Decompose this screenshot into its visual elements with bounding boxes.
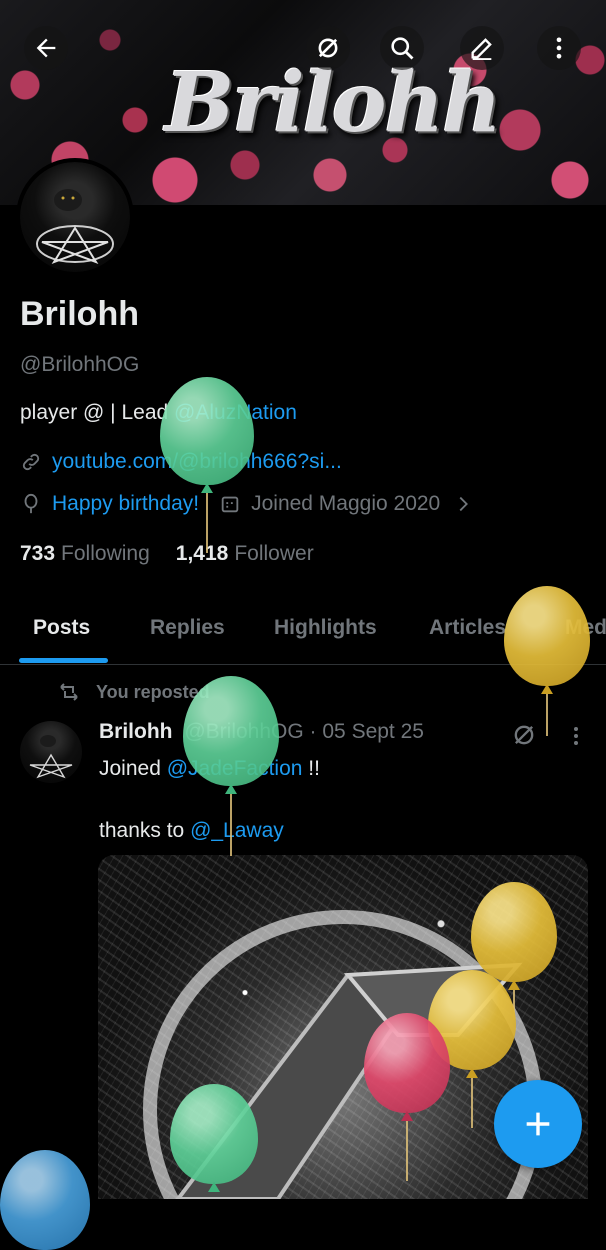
- post-text-line1-suffix: !!: [302, 757, 320, 780]
- grok-icon: [318, 38, 338, 58]
- pentagram-icon: [36, 189, 114, 264]
- balloon-icon: [24, 493, 38, 514]
- joined-date: Joined Maggio 2020: [251, 492, 441, 515]
- profile-handle: @BrilohhOG: [20, 353, 140, 376]
- edit-icon: [471, 38, 492, 61]
- more-vertical-icon: [556, 37, 562, 59]
- post-date: · 05 Sept 25: [309, 720, 424, 743]
- more-button[interactable]: [537, 26, 581, 70]
- birthday-balloon: [364, 1013, 450, 1183]
- tab-posts[interactable]: Posts: [33, 616, 90, 640]
- pentagram-icon: [29, 735, 73, 779]
- following-stat[interactable]: 733 Following: [20, 542, 150, 566]
- post-text-line1: Joined: [99, 757, 167, 780]
- birthday-balloon: [160, 377, 254, 577]
- bio-text: player @ | Lead: [20, 401, 175, 424]
- link-icon: [22, 453, 40, 471]
- tab-articles[interactable]: Articles: [429, 616, 506, 640]
- search-icon: [391, 37, 414, 60]
- post-author-name[interactable]: Brilohh: [99, 720, 173, 743]
- birthday-balloon: [504, 586, 590, 756]
- profile-bio: player @ | Lead @AluzNation: [20, 401, 297, 425]
- birthday-balloon: [170, 1084, 258, 1199]
- post-author-avatar[interactable]: [20, 721, 82, 783]
- back-button[interactable]: [24, 26, 68, 70]
- following-count: 733: [20, 542, 56, 565]
- edit-button[interactable]: [460, 26, 504, 70]
- tab-highlights[interactable]: Highlights: [274, 616, 377, 640]
- profile-name: Brilohh: [20, 295, 139, 333]
- search-button[interactable]: [380, 26, 424, 70]
- grok-button[interactable]: [306, 26, 350, 70]
- following-label: Following: [61, 542, 150, 565]
- plus-icon: [526, 1112, 550, 1136]
- post-text-line2: thanks to: [99, 819, 191, 842]
- repost-icon: [60, 683, 78, 701]
- birthday-balloon: [183, 676, 279, 866]
- active-tab-indicator: [19, 658, 108, 663]
- back-arrow-icon: [36, 38, 56, 58]
- profile-avatar[interactable]: [16, 158, 134, 276]
- chevron-right-icon[interactable]: [452, 493, 474, 515]
- birthday-balloon: [0, 1150, 90, 1250]
- tab-replies[interactable]: Replies: [150, 616, 225, 640]
